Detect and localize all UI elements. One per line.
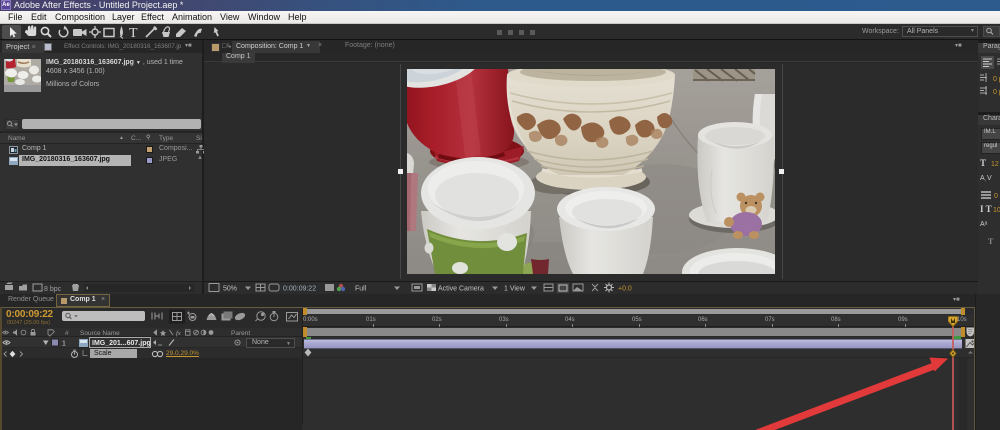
svg-text:Parent: Parent: [231, 330, 250, 337]
svg-text:Active Camera: Active Camera: [438, 286, 484, 293]
svg-text:1: 1: [62, 341, 66, 348]
svg-text:Source Name: Source Name: [80, 330, 120, 337]
svg-text:0: 0: [994, 193, 998, 200]
svg-text:IMG_201...607.jpg: IMG_201...607.jpg: [92, 340, 151, 347]
svg-text:12: 12: [991, 161, 999, 168]
svg-text:Full: Full: [355, 286, 367, 293]
svg-text:fx: fx: [176, 330, 181, 337]
svg-text:T: T: [988, 237, 994, 246]
svg-text:Aᵃ: Aᵃ: [980, 221, 988, 228]
svg-text:0 p: 0 p: [993, 89, 1000, 96]
svg-text:T: T: [129, 26, 138, 40]
svg-text:10: 10: [993, 207, 1000, 214]
svg-text:0:00:09:22: 0:00:09:22: [283, 286, 316, 293]
svg-text:#: #: [65, 330, 69, 337]
svg-text:+0.0: +0.0: [618, 286, 632, 293]
svg-text:1 View: 1 View: [504, 286, 526, 293]
svg-text:50%: 50%: [223, 286, 237, 293]
svg-text:8 bpc: 8 bpc: [44, 286, 62, 293]
svg-text:AˌV: AˌV: [980, 175, 992, 182]
svg-text:I T: I T: [980, 204, 992, 214]
svg-text:T: T: [980, 158, 986, 168]
svg-text:0 p: 0 p: [993, 76, 1000, 83]
